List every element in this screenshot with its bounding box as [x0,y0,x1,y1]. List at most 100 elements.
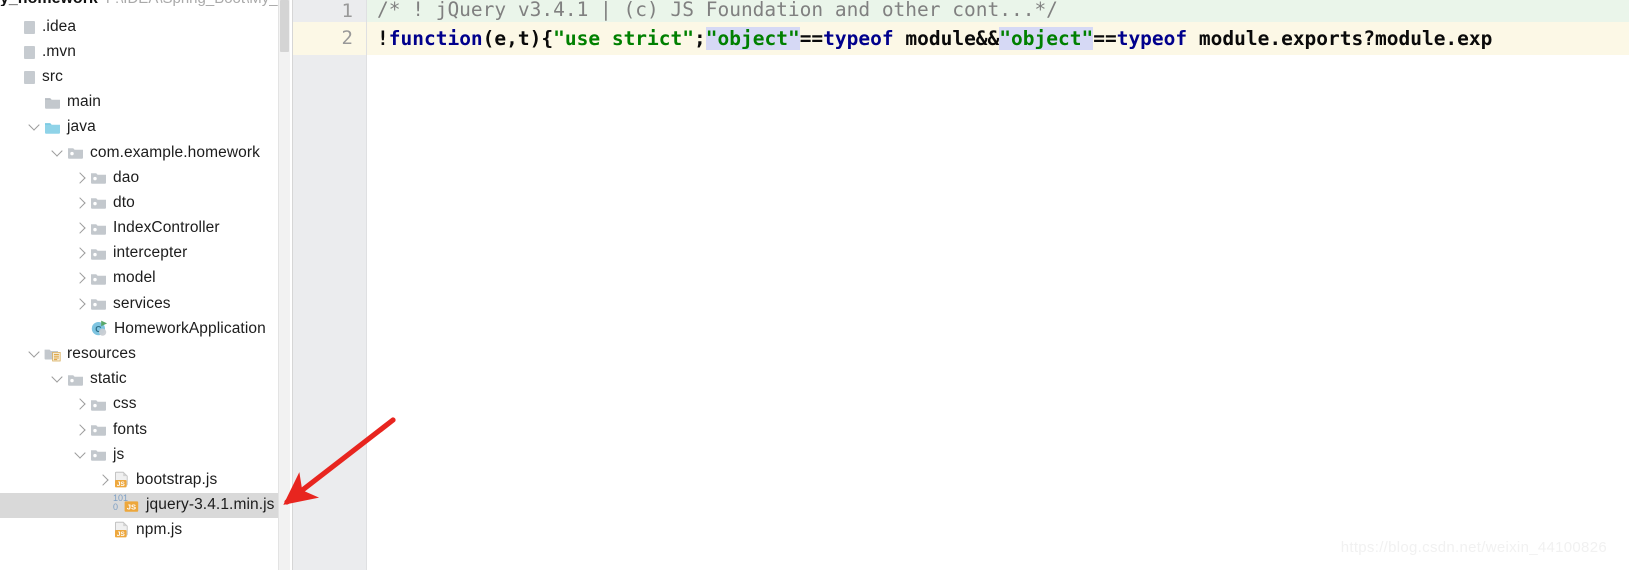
code-token: "use strict" [553,27,695,50]
code-token: "object" [705,27,800,50]
tree-item-css[interactable]: css [0,392,290,417]
chevron-right-icon[interactable] [73,270,89,286]
editor-gutter[interactable]: 1 2 [293,0,367,570]
chevron-down-icon[interactable] [50,371,66,387]
code-token: ; [694,27,706,50]
tree-item-com-example-homework[interactable]: com.example.homework [0,140,290,165]
package-icon [90,245,107,262]
tree-item-static[interactable]: static [0,367,290,392]
tree-item-indexcontroller[interactable]: IndexController [0,216,290,241]
chevron-down-icon[interactable] [73,447,89,463]
code-token: module.exports?module.exp [1187,27,1493,50]
package-icon [90,421,107,438]
chevron-right-icon[interactable] [73,296,89,312]
js-badge-icon: JS [123,500,140,518]
tree-item-label: dao [113,168,140,186]
js-min-file-icon: 101 0 JS [113,494,143,518]
tree-item-intercepter[interactable]: intercepter [0,241,290,266]
project-tree-panel[interactable]: y_homework F:\IDEA\Spring_Boot\My_ho .ide… [0,0,290,570]
svg-text:JS: JS [127,503,136,512]
binary-digits-0: 0 [113,502,119,513]
tree-item-java[interactable]: java [0,115,290,140]
tree-item-label: resources [67,345,136,363]
tree-item-mvn[interactable]: .mvn [0,39,290,64]
package-icon [67,371,84,388]
tree-item-dao[interactable]: dao [0,165,290,190]
tree-item-fonts[interactable]: fonts [0,417,290,442]
tree-item-label: java [67,118,96,136]
tree-item-label: .mvn [42,42,76,60]
ide-window: y_homework F:\IDEA\Spring_Boot\My_ho .ide… [0,0,1629,570]
chevron-right-icon[interactable] [96,472,112,488]
chevron-down-icon[interactable] [50,145,66,161]
chevron-right-icon[interactable] [73,422,89,438]
tree-item-label: IndexController [113,219,220,237]
code-token: ! [377,27,389,50]
chevron-down-icon[interactable] [27,346,43,362]
tree-item-label: com.example.homework [90,143,260,161]
java-class-run-icon: C [90,319,109,338]
tree-item-js[interactable]: js [0,442,290,467]
gutter-current-line-highlight [293,22,366,55]
tree-item-label: src [42,67,63,85]
tree-item-model[interactable]: model [0,266,290,291]
tree-item-idea[interactable]: .idea [0,14,290,39]
editor-area[interactable]: 1 2 /* ! jQuery v3.4.1 | (c) JS Foundati… [293,0,1629,570]
module-icon [24,71,35,85]
tree-item-services[interactable]: services [0,291,290,316]
tree-item-src[interactable]: src [0,64,290,89]
tree-item-bootstrap-js[interactable]: JS bootstrap.js [0,467,290,492]
tree-item-label: model [113,269,156,287]
project-tree-list[interactable]: .idea .mvn src main java com.example.homework… [0,14,290,570]
svg-text:JS: JS [117,481,126,488]
tree-item-main[interactable]: main [0,90,290,115]
gutter-line-number: 2 [341,27,353,49]
tree-item-label: fonts [113,420,148,438]
tree-item-label: .idea [42,17,77,35]
js-file-icon: JS [113,521,131,539]
chevron-right-icon[interactable] [73,245,89,261]
tree-item-homeworkapplication[interactable]: C HomeworkApplication [0,316,290,341]
tree-item-label: services [113,294,171,312]
tree-item-dto[interactable]: dto [0,190,290,215]
project-path: F:\IDEA\Spring_Boot\My_ho [106,0,290,6]
tree-item-label: HomeworkApplication [114,319,266,337]
svg-text:JS: JS [117,531,126,538]
package-icon [90,169,107,186]
chevron-right-icon[interactable] [73,195,89,211]
chevron-right-icon[interactable] [73,170,89,186]
js-file-icon: JS [113,471,131,489]
code-line-1[interactable]: /* ! jQuery v3.4.1 | (c) JS Foundation a… [367,0,1629,22]
tree-item-npm-js[interactable]: JS npm.js [0,518,290,543]
tree-item-resources[interactable]: resources [0,341,290,366]
code-content[interactable]: /* ! jQuery v3.4.1 | (c) JS Foundation a… [367,0,1629,570]
code-token: module&& [893,27,1000,50]
tree-item-jquery-3-4-1-min-js[interactable]: 101 0 JS jquery-3.4.1.min.js [0,492,290,518]
gutter-line-number: 1 [341,0,353,22]
tree-item-label: bootstrap.js [136,470,218,488]
chevron-right-icon[interactable] [73,396,89,412]
code-token: typeof [1116,27,1188,50]
package-icon [90,194,107,211]
code-token: "object" [999,27,1094,50]
tree-scrollbar-thumb[interactable] [280,0,289,52]
code-line-2[interactable]: !function(e,t){"use strict";"object"==ty… [367,22,1629,55]
folder-blue-icon [44,119,61,136]
folder-gray-icon [44,94,61,111]
tree-scrollbar-track[interactable] [278,0,290,570]
code-token: function [388,27,483,50]
code-token: == [1093,27,1117,50]
project-name: y_homework [0,0,98,6]
chevron-right-icon[interactable] [73,220,89,236]
tree-item-label: static [90,370,127,388]
chevron-down-icon[interactable] [27,119,43,135]
module-icon [24,21,35,35]
package-icon [90,270,107,287]
project-root-header[interactable]: y_homework F:\IDEA\Spring_Boot\My_ho [0,0,290,6]
code-token: typeof [823,27,894,50]
